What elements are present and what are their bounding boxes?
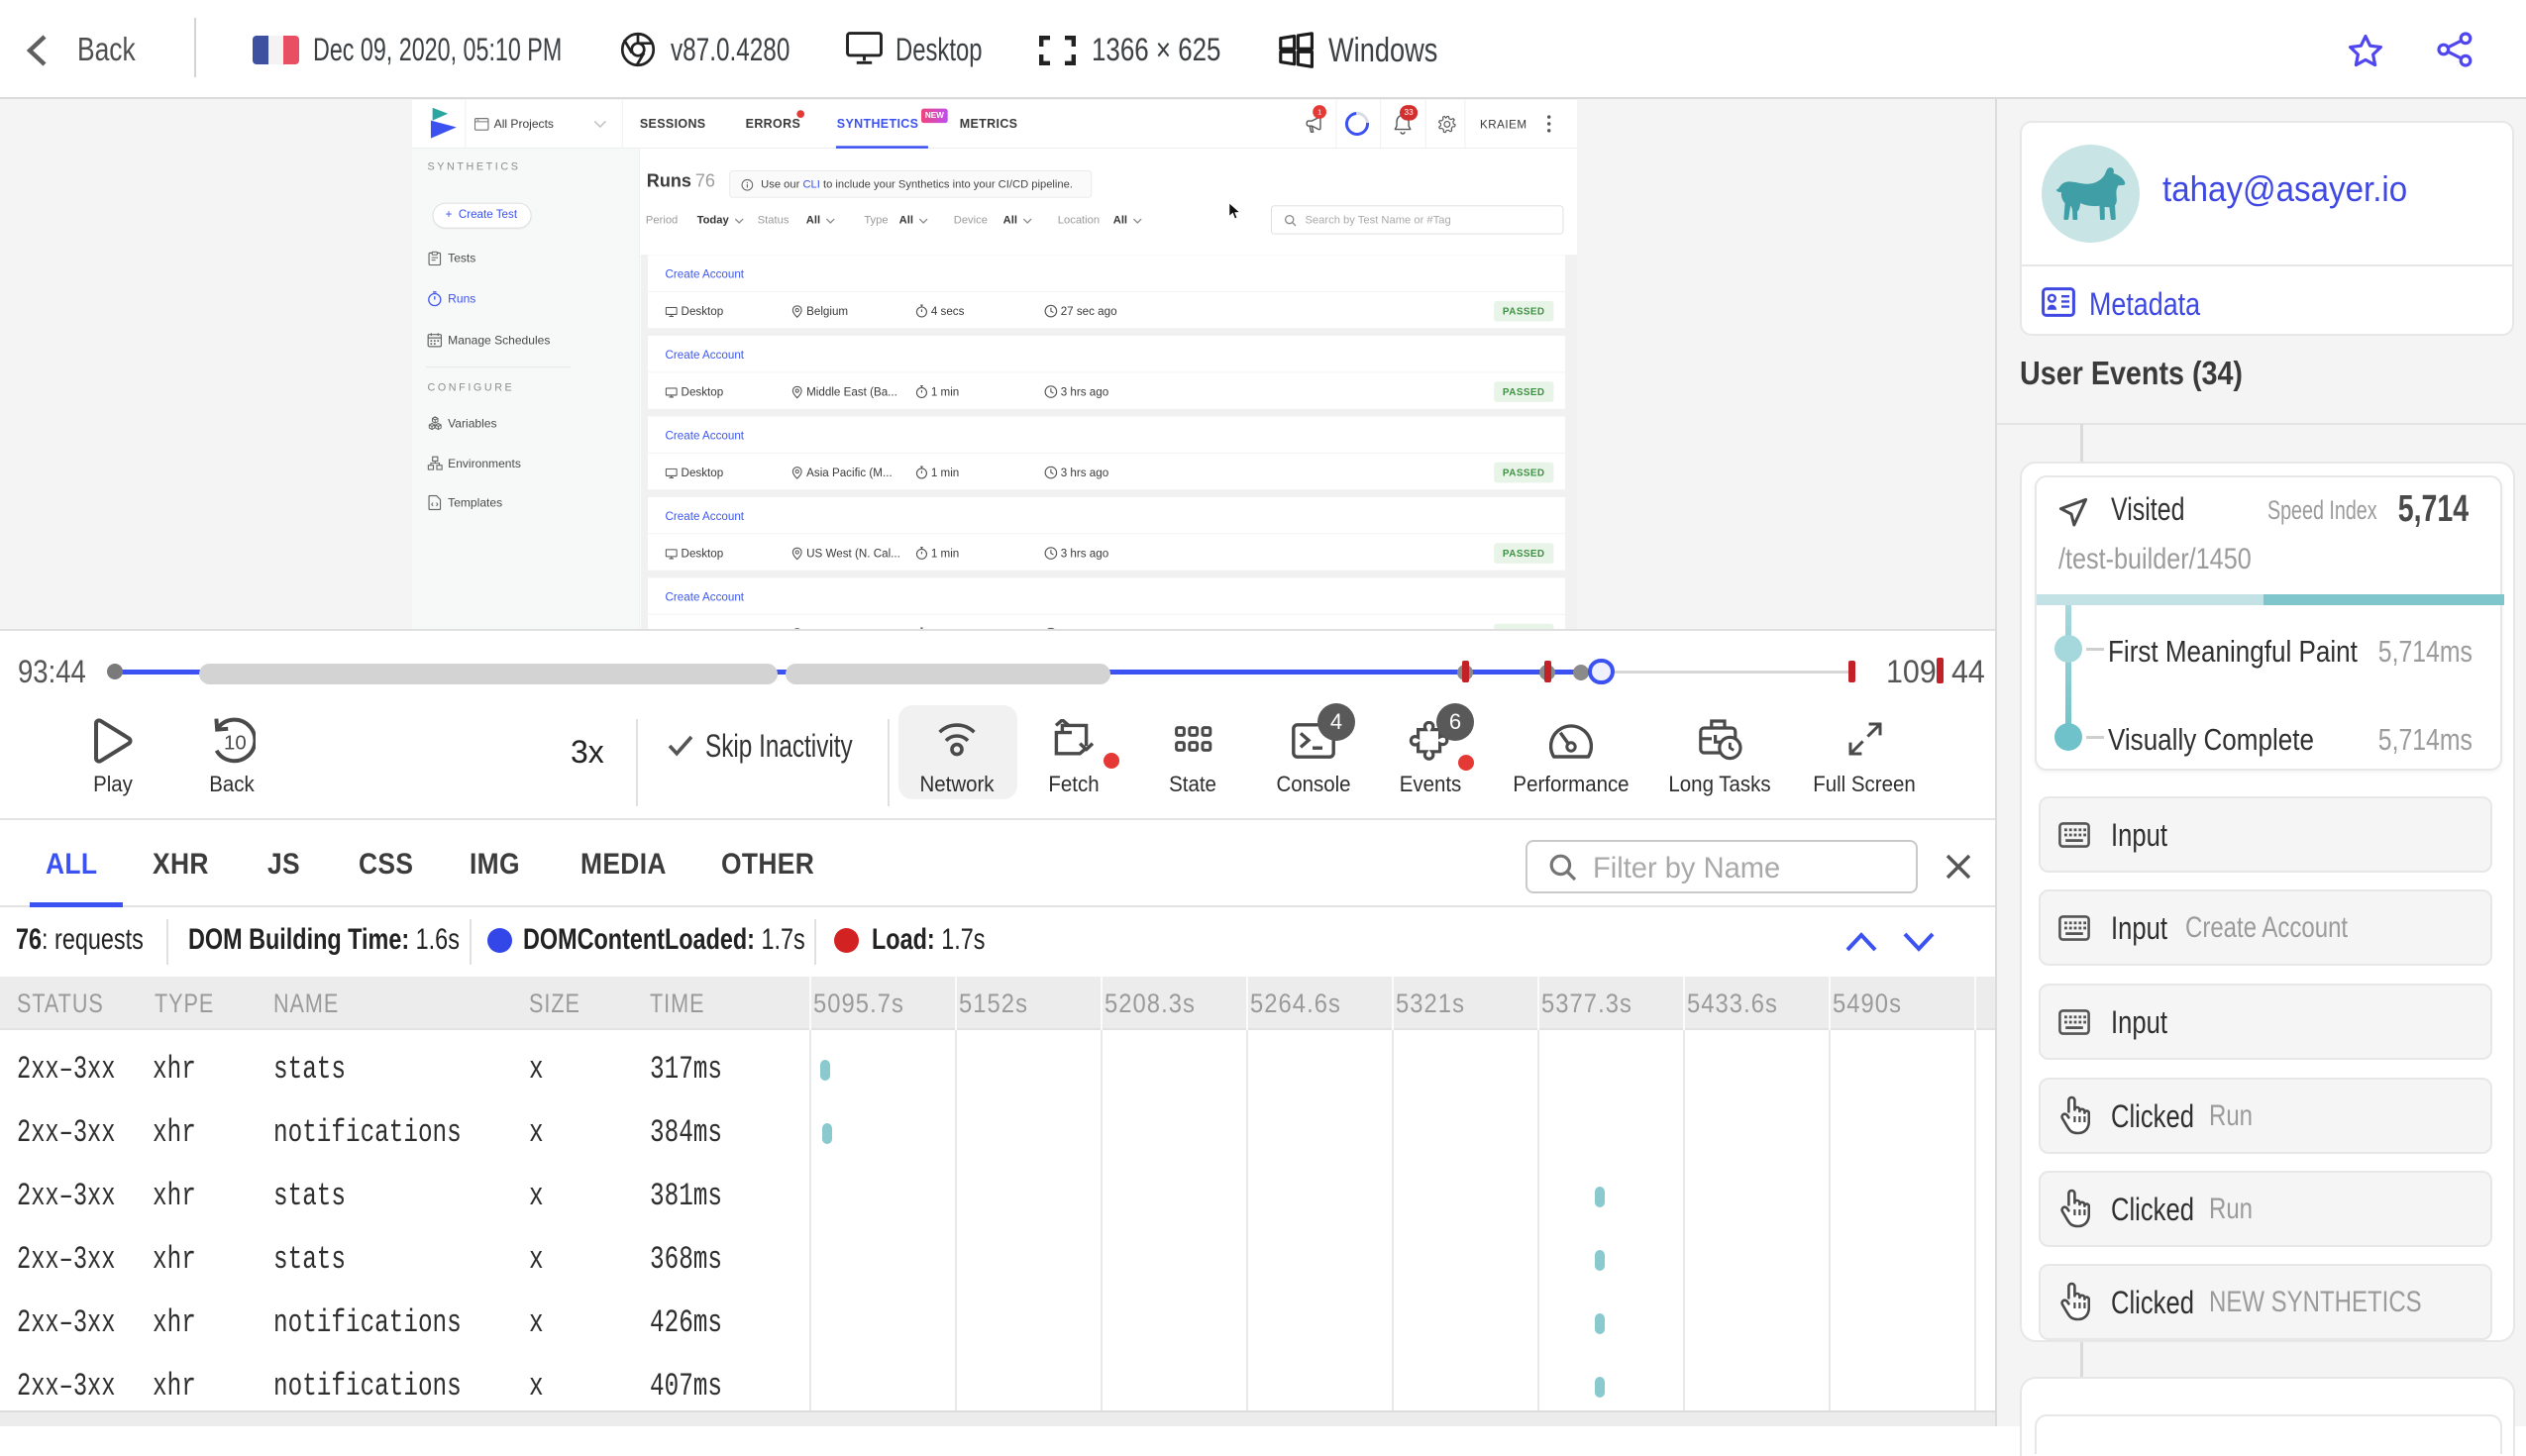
svg-text:10: 10 (224, 732, 247, 754)
